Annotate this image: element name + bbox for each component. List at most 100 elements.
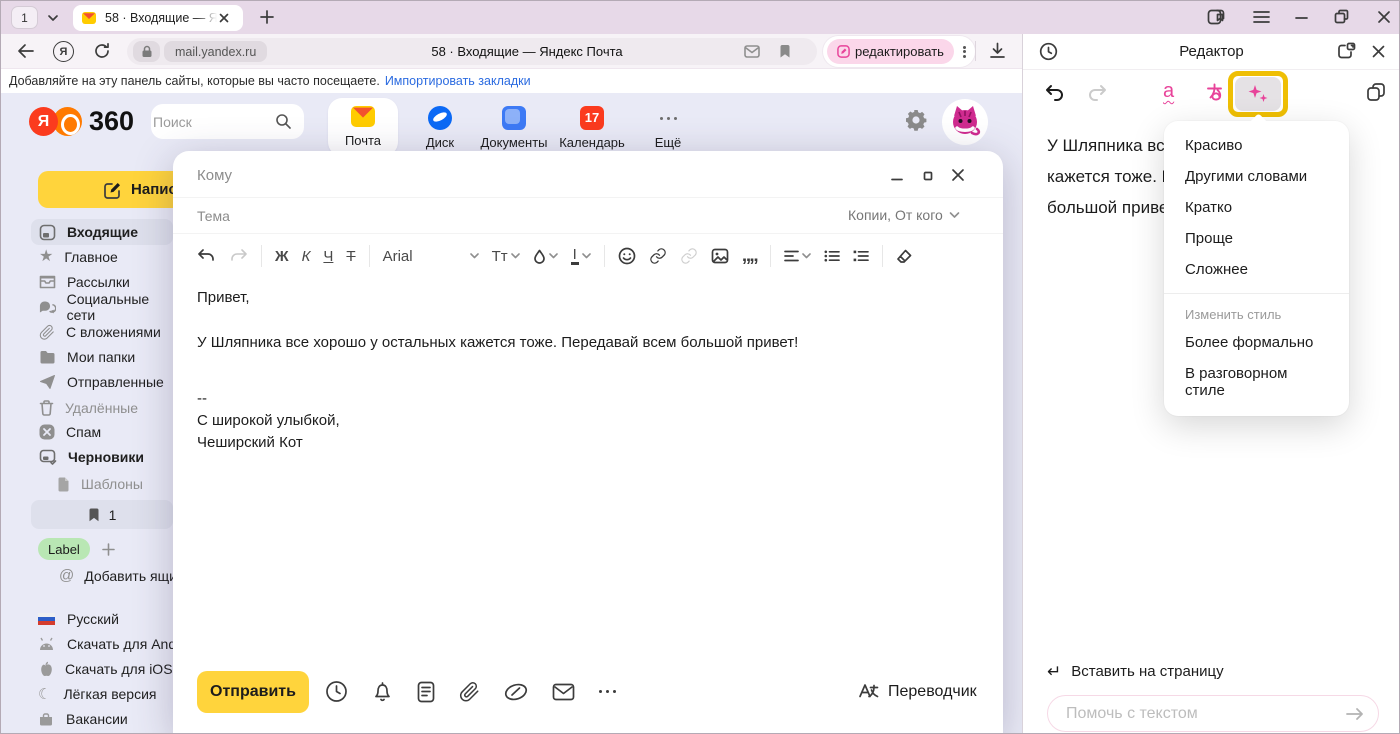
unlink-icon[interactable] xyxy=(680,247,698,265)
open-in-window-icon[interactable] xyxy=(1337,42,1356,60)
more-options-icon[interactable] xyxy=(599,690,616,693)
url-text[interactable]: mail.yandex.ru xyxy=(164,41,267,62)
cc-from-toggle[interactable]: Копии, От кого xyxy=(848,207,960,223)
menu-item-formal[interactable]: Более формально xyxy=(1164,327,1349,358)
menu-item-complexify[interactable]: Сложнее xyxy=(1164,254,1349,285)
close-window-icon[interactable] xyxy=(1377,10,1391,24)
link-icon[interactable] xyxy=(649,247,667,265)
vacancies-link[interactable]: Вакансии xyxy=(38,708,128,730)
font-size-select[interactable]: Tт xyxy=(492,248,520,265)
bookmarked-filter[interactable]: 1 xyxy=(31,500,173,529)
insert-to-page-button[interactable]: ↵ Вставить на страницу xyxy=(1047,663,1224,680)
service-disk[interactable]: Диск xyxy=(405,105,475,150)
redo-icon[interactable] xyxy=(229,248,248,264)
lock-icon[interactable] xyxy=(133,41,160,62)
insert-image-icon[interactable] xyxy=(711,248,729,264)
folder-inbox[interactable]: Входящие xyxy=(31,219,173,245)
new-tab-button[interactable] xyxy=(259,9,275,25)
mail-notify-icon[interactable] xyxy=(744,45,760,58)
to-field[interactable]: Кому xyxy=(173,151,1003,198)
yandex-protect-icon[interactable]: Я xyxy=(53,41,74,62)
strikethrough-button[interactable]: Т xyxy=(346,248,355,265)
service-calendar[interactable]: 17 Календарь xyxy=(557,105,627,150)
edit-mode-button[interactable]: редактировать xyxy=(827,39,954,64)
folder-attachments[interactable]: С вложениями xyxy=(31,319,173,345)
import-bookmarks-link[interactable]: Импортировать закладки xyxy=(385,74,531,88)
menu-icon[interactable] xyxy=(1253,10,1270,24)
folder-main[interactable]: ★ Главное xyxy=(31,244,173,270)
eraser-icon[interactable] xyxy=(896,249,912,264)
active-tab[interactable]: 58 · Входящие — Яндек xyxy=(73,5,243,31)
translator-button[interactable]: Переводчик xyxy=(857,681,977,702)
minimize-icon[interactable] xyxy=(1295,16,1308,20)
envelope-icon[interactable] xyxy=(552,683,575,701)
downloads-icon[interactable] xyxy=(989,42,1006,59)
url-bar[interactable]: 58 · Входящие — Яндекс Почта mail.yandex… xyxy=(127,38,817,65)
numbered-list-icon[interactable] xyxy=(853,250,869,262)
add-mailbox[interactable]: @ Добавить ящик xyxy=(59,567,183,584)
send-button[interactable]: Отправить xyxy=(197,671,309,713)
subject-field[interactable]: Тема Копии, От кого xyxy=(173,198,1003,234)
schedule-send-icon[interactable] xyxy=(325,680,348,703)
folder-spam[interactable]: Спам xyxy=(31,419,173,445)
side-panels-icon[interactable] xyxy=(1206,7,1226,27)
folder-my-folders[interactable]: Мои папки xyxy=(31,344,173,370)
reminder-bell-icon[interactable] xyxy=(372,680,393,703)
tabs-chevron-down-icon[interactable] xyxy=(47,13,59,23)
folder-social[interactable]: Социальные сети xyxy=(31,294,173,320)
copy-text-icon[interactable] xyxy=(1366,82,1386,102)
restore-window-icon[interactable] xyxy=(1334,9,1349,24)
search-input[interactable] xyxy=(151,113,255,131)
back-icon[interactable] xyxy=(17,43,35,59)
signature-icon[interactable] xyxy=(504,683,528,701)
bold-button[interactable]: Ж xyxy=(275,248,289,265)
quote-icon[interactable]: „„ xyxy=(742,245,757,267)
edit-pill-more-icon[interactable] xyxy=(963,44,966,59)
bullet-list-icon[interactable] xyxy=(824,250,840,262)
compose-close-icon[interactable] xyxy=(951,168,965,182)
menu-item-rephrase[interactable]: Другими словами xyxy=(1164,161,1349,192)
undo-icon[interactable] xyxy=(197,248,216,264)
panel-close-icon[interactable] xyxy=(1371,44,1386,59)
ai-prompt-input[interactable] xyxy=(1064,704,1328,724)
submit-arrow-icon[interactable] xyxy=(1345,705,1365,723)
compose-minimize-icon[interactable] xyxy=(891,178,903,181)
light-version-link[interactable]: ☾ Лёгкая версия xyxy=(38,683,156,705)
yandex360-logo[interactable]: Я 360 xyxy=(29,106,134,137)
add-label-icon[interactable] xyxy=(102,543,115,556)
menu-item-simplify[interactable]: Проще xyxy=(1164,223,1349,254)
message-body-editor[interactable]: Привет, У Шляпника все хорошо у остальны… xyxy=(173,277,1003,657)
attach-file-icon[interactable] xyxy=(459,681,480,703)
tab-counter-button[interactable]: 1 xyxy=(11,6,38,29)
user-avatar[interactable] xyxy=(942,99,988,145)
refresh-icon[interactable] xyxy=(93,42,111,60)
tab-close-icon[interactable] xyxy=(219,13,229,23)
emoji-icon[interactable] xyxy=(618,247,636,265)
folder-sent[interactable]: Отправленные xyxy=(31,369,173,395)
underline-button[interactable]: Ч xyxy=(323,248,333,265)
folder-trash[interactable]: Удалённые xyxy=(31,395,173,421)
service-docs[interactable]: Документы xyxy=(479,105,549,150)
service-more[interactable]: Ещё xyxy=(637,105,699,150)
menu-item-shorten[interactable]: Кратко xyxy=(1164,192,1349,223)
compose-expand-icon[interactable] xyxy=(923,171,933,181)
align-select[interactable] xyxy=(784,250,811,262)
highlight-color-select[interactable] xyxy=(533,249,558,264)
folder-templates[interactable]: Шаблоны xyxy=(31,471,173,497)
settings-gear-icon[interactable] xyxy=(904,108,928,132)
download-ios-link[interactable]: Скачать для iOS xyxy=(38,658,173,680)
translate-kana-icon[interactable] xyxy=(1204,82,1226,104)
panel-undo-icon[interactable] xyxy=(1043,83,1065,103)
service-mail[interactable]: Почта xyxy=(328,98,398,156)
text-color-select[interactable]: I xyxy=(571,247,591,265)
menu-item-beautify[interactable]: Красиво xyxy=(1164,130,1349,161)
search-box[interactable] xyxy=(151,104,304,139)
menu-item-casual[interactable]: В разговорном стиле xyxy=(1164,358,1349,406)
language-link[interactable]: Русский xyxy=(38,608,119,630)
ai-rewrite-button[interactable] xyxy=(1235,77,1281,111)
template-icon[interactable] xyxy=(417,681,435,703)
bookmark-icon[interactable] xyxy=(779,44,791,59)
font-family-select[interactable]: Arial xyxy=(383,248,479,265)
panel-redo-icon[interactable] xyxy=(1087,83,1109,103)
spellcheck-button[interactable]: a xyxy=(1163,80,1174,103)
